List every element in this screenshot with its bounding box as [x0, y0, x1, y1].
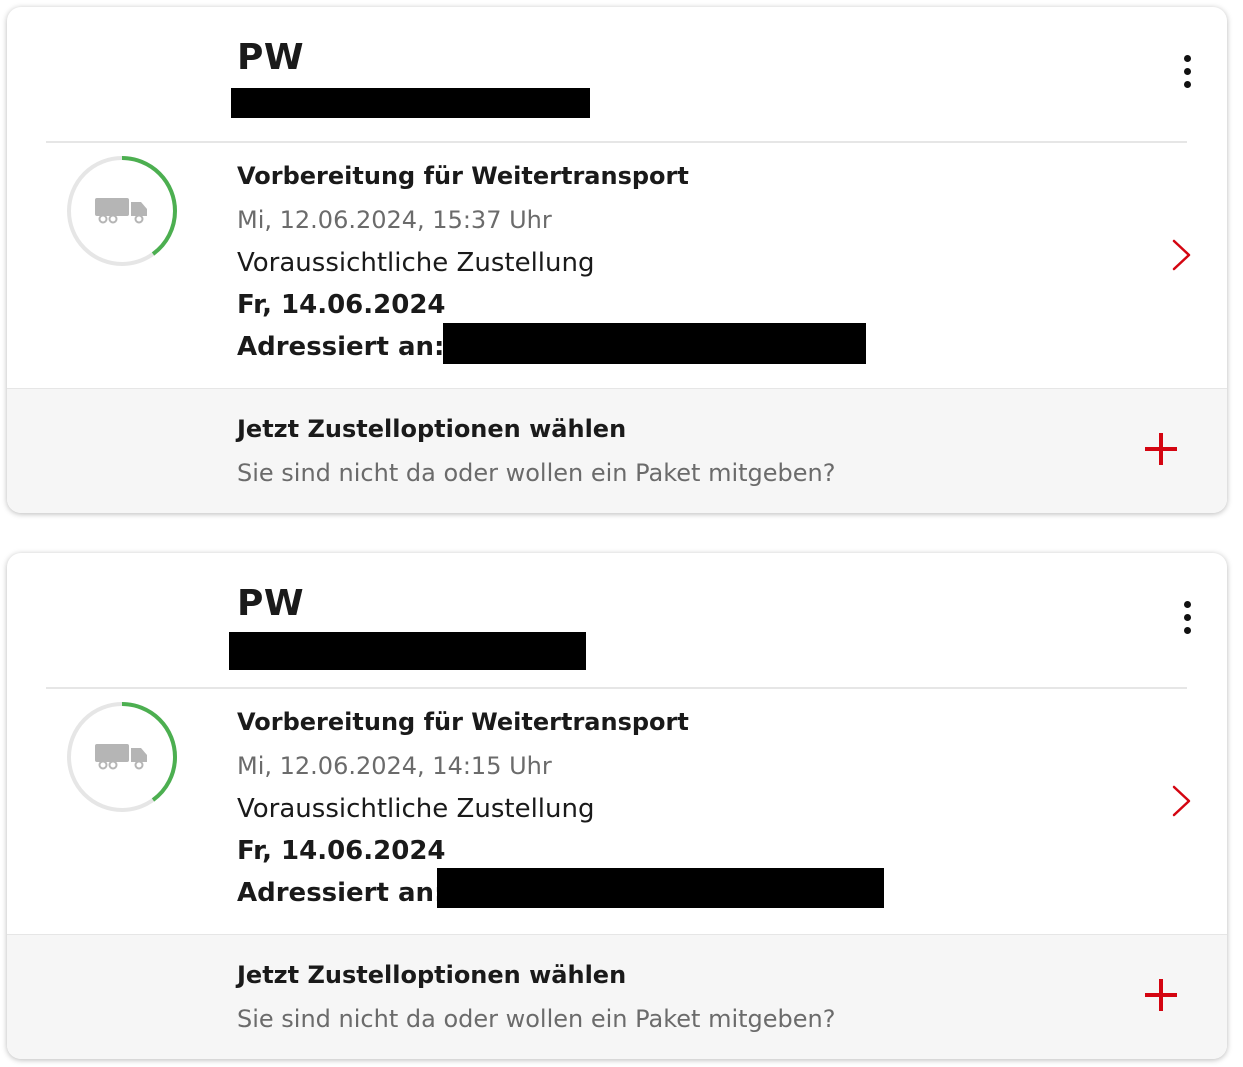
- delivery-options-title: Jetzt Zustelloptionen wählen: [237, 415, 627, 443]
- shipment-header: PW: [7, 553, 1227, 689]
- more-dot-icon: [1183, 614, 1191, 621]
- delivery-estimate-date: Fr, 14.06.2024: [237, 836, 446, 866]
- redacted-recipient: [437, 868, 884, 908]
- more-options-button[interactable]: [1179, 601, 1195, 643]
- truck-icon: [95, 198, 147, 224]
- more-dot-icon: [1183, 627, 1191, 634]
- more-dot-icon: [1183, 81, 1191, 88]
- shipment-card: PW Vorbereitung für Weitertransport Mi, …: [7, 7, 1227, 513]
- more-options-button[interactable]: [1179, 55, 1195, 97]
- more-dot-icon: [1183, 601, 1191, 608]
- shipment-card: PW Vorbereitung für Weitertransport Mi, …: [7, 553, 1227, 1059]
- progress-ring: [67, 156, 177, 266]
- addressed-to-label: Adressiert an:: [237, 878, 445, 908]
- status-timestamp: Mi, 12.06.2024, 15:37 Uhr: [237, 206, 552, 234]
- chevron-right-icon[interactable]: [1171, 784, 1193, 818]
- delivery-options-subtitle: Sie sind nicht da oder wollen ein Paket …: [237, 1005, 836, 1033]
- delivery-options-row[interactable]: Jetzt Zustelloptionen wählen Sie sind ni…: [7, 388, 1227, 513]
- plus-icon[interactable]: [1143, 977, 1179, 1013]
- shipment-status-row[interactable]: Vorbereitung für Weitertransport Mi, 12.…: [7, 688, 1227, 935]
- redacted-tracking-number: [231, 88, 590, 118]
- delivery-estimate-label: Voraussichtliche Zustellung: [237, 248, 595, 278]
- delivery-estimate-label: Voraussichtliche Zustellung: [237, 794, 595, 824]
- delivery-options-subtitle: Sie sind nicht da oder wollen ein Paket …: [237, 459, 836, 487]
- sender-name: PW: [237, 583, 305, 624]
- truck-icon: [95, 744, 147, 770]
- delivery-options-title: Jetzt Zustelloptionen wählen: [237, 961, 627, 989]
- shipment-status-row[interactable]: Vorbereitung für Weitertransport Mi, 12.…: [7, 142, 1227, 389]
- plus-icon[interactable]: [1143, 431, 1179, 467]
- status-title: Vorbereitung für Weitertransport: [237, 162, 689, 190]
- redacted-tracking-number: [229, 632, 586, 670]
- delivery-options-row[interactable]: Jetzt Zustelloptionen wählen Sie sind ni…: [7, 934, 1227, 1059]
- status-title: Vorbereitung für Weitertransport: [237, 708, 689, 736]
- progress-ring: [67, 702, 177, 812]
- sender-name: PW: [237, 37, 305, 78]
- status-timestamp: Mi, 12.06.2024, 14:15 Uhr: [237, 752, 552, 780]
- chevron-right-icon[interactable]: [1171, 238, 1193, 272]
- more-dot-icon: [1183, 55, 1191, 62]
- more-dot-icon: [1183, 68, 1191, 75]
- redacted-recipient: [443, 323, 866, 364]
- delivery-estimate-date: Fr, 14.06.2024: [237, 290, 446, 320]
- addressed-to-label: Adressiert an:: [237, 332, 445, 362]
- shipment-header: PW: [7, 7, 1227, 143]
